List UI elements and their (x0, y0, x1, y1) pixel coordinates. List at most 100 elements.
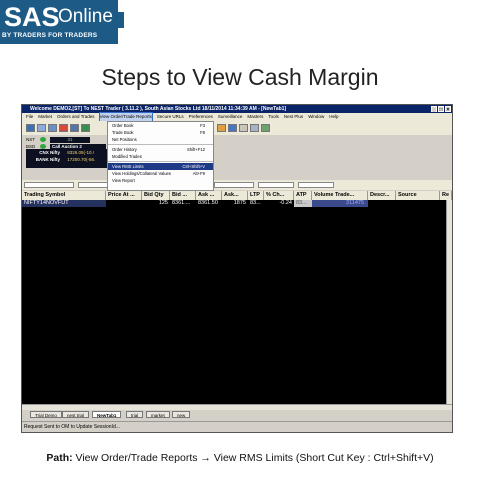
menu-bar: File Market Orders and Trades View Order… (22, 112, 452, 122)
col-pct-change[interactable]: % Ch... (264, 191, 294, 200)
cell-bid-qty: 125 (158, 200, 168, 206)
minimize-button[interactable]: _ (431, 106, 437, 113)
window-title: Welcome DEMO2,[ST] To NEST Trader ( 3.11… (30, 106, 287, 112)
menu-view-order-trade-reports[interactable]: View Order/Trade Reports (98, 112, 153, 122)
status-value-1: 31 (50, 137, 90, 143)
cell-symbol: NIFTY14NOVFUT (22, 200, 106, 207)
menu-item-view-holdings[interactable]: View Holdings/Collateral Values Alt+F9 (108, 170, 213, 177)
quote-value: 8326.05(-10.! (67, 150, 95, 155)
toolbar-icon-11[interactable] (261, 124, 270, 132)
navigation-path: Path: View Order/Trade Reports → View RM… (0, 452, 480, 464)
cell-atp: 83... (294, 200, 312, 207)
toolbar-icon-7[interactable] (217, 124, 226, 132)
index-quote-box: CNX Nifty 8326.05(-10.! BANK Nifty 17200… (26, 149, 108, 168)
menu-item-order-history[interactable]: Order History Shift+F12 (108, 146, 213, 153)
status-bar: Request Sent to OM to Update SessionId..… (22, 421, 452, 431)
slide-title: Steps to View Cash Margin (101, 64, 379, 90)
col-ask[interactable]: Ask ... (196, 191, 222, 200)
view-reports-dropdown: Order Book F3 Trade Book F8 Net Positions … (107, 121, 214, 191)
table-row[interactable]: NIFTY14NOVFUT 125 8361.... 8361.50 1875 … (22, 200, 446, 207)
toolbar-icon-8[interactable] (228, 124, 237, 132)
quote-row: BANK Nifty 17200.70(-56. (30, 157, 96, 163)
menu-separator (108, 161, 213, 162)
menu-market[interactable]: Market (38, 113, 52, 121)
path-label: Path: (46, 452, 73, 464)
menu-item-modified-trades[interactable]: Modified Trades (108, 153, 213, 160)
col-bid[interactable]: Bid ... (170, 191, 196, 200)
path-text: View Order/Trade Reports → View RMS Limi… (72, 452, 434, 464)
tab-new[interactable]: new (172, 411, 191, 418)
cell-ask-qty: 1875 (233, 200, 246, 206)
tab-trial-demo[interactable]: Trial Demo (30, 411, 62, 418)
tab-nest-trial[interactable]: nest trial (62, 411, 90, 418)
market-watch-header: Trading Symbol Price At ... Bid Qty Bid … (22, 191, 452, 200)
menu-item-trade-book[interactable]: Trade Book F8 (108, 129, 213, 136)
col-volume-traded[interactable]: Volume Trade... (312, 191, 368, 200)
menu-file[interactable]: File (26, 113, 33, 121)
menu-item-view-report[interactable]: View Report (108, 177, 213, 184)
col-ltp[interactable]: LTP (248, 191, 264, 200)
cell-volume: 311475 (312, 200, 368, 207)
quote-name: CNX Nifty (39, 150, 60, 155)
menu-masters[interactable]: Masters (247, 113, 263, 121)
col-bid-qty[interactable]: Bid Qty (142, 191, 170, 200)
cell-ltp: 83... (250, 200, 261, 206)
col-price-at[interactable]: Price At ... (106, 191, 142, 200)
workspace-tabs: Trial Demo nest trial NewTab1 trial mark… (22, 410, 452, 419)
vertical-scrollbar[interactable] (446, 200, 452, 404)
filter-bar (22, 180, 452, 190)
col-atp[interactable]: ATP (294, 191, 312, 200)
menu-item-view-rms-limits[interactable]: View RMS Limits Ctrl+Shift+V (108, 163, 213, 170)
quote-value: 17200.70(-56. (67, 157, 96, 162)
menu-preferences[interactable]: Preferences (189, 113, 213, 121)
toolbar-icon-1[interactable] (26, 124, 35, 132)
col-trading-symbol[interactable]: Trading Symbol (22, 191, 106, 200)
col-ask-qty[interactable]: Ask... (222, 191, 248, 200)
cell-bid: 8361.... (172, 200, 191, 206)
menu-surveillance[interactable]: Surveillance (218, 113, 243, 121)
toolbar-icon-4[interactable] (59, 124, 68, 132)
filter-select-7[interactable] (298, 182, 334, 188)
menu-orders-trades[interactable]: Orders and Trades (57, 113, 95, 121)
brand-logo: SAS Online BY TRADERS FOR TRADERS (0, 0, 118, 44)
toolbar-icon-10[interactable] (250, 124, 259, 132)
cell-ask: 8361.50 (198, 200, 218, 206)
window-titlebar: Welcome DEMO2,[ST] To NEST Trader ( 3.11… (22, 105, 452, 113)
tab-newtab1[interactable]: NewTab1 (92, 411, 122, 418)
menu-window[interactable]: Window (308, 113, 324, 121)
brand-tagline: BY TRADERS FOR TRADERS (2, 32, 98, 39)
col-re[interactable]: Re (440, 191, 452, 200)
col-description[interactable]: Descr... (368, 191, 396, 200)
toolbar-icon-9[interactable] (239, 124, 248, 132)
filter-select-5[interactable] (214, 182, 254, 188)
toolbar-icon-2[interactable] (37, 124, 46, 132)
menu-help[interactable]: Help (329, 113, 338, 121)
col-source[interactable]: Source (396, 191, 440, 200)
menu-item-net-positions[interactable]: Net Positions (108, 136, 213, 143)
maximize-button[interactable]: □ (438, 106, 444, 113)
tab-trial[interactable]: trial (126, 411, 144, 418)
menu-separator (108, 144, 213, 145)
brand-suffix: Online (58, 6, 113, 27)
menu-tools[interactable]: Tools (268, 113, 279, 121)
brand-name: SAS (4, 2, 60, 32)
tab-market[interactable]: market (146, 411, 170, 418)
status-label-1: NST (26, 137, 35, 142)
menu-secure-urls[interactable]: Secure URLs (157, 113, 184, 121)
filter-select-1[interactable] (24, 182, 74, 188)
cell-pct-change: -0.24 (279, 200, 292, 206)
market-watch-grid[interactable]: NIFTY14NOVFUT 125 8361.... 8361.50 1875 … (22, 200, 446, 404)
menu-nest-plus[interactable]: Nest Plus (284, 113, 303, 121)
toolbar-icon-3[interactable] (48, 124, 57, 132)
toolbar (22, 121, 452, 135)
status-light-icon (40, 137, 46, 142)
window-controls: _ □ × (431, 106, 451, 113)
toolbar-icon-5[interactable] (70, 124, 79, 132)
quote-row: CNX Nifty 8326.05(-10.! (30, 150, 94, 156)
quote-name: BANK Nifty (35, 157, 60, 162)
logo-accent (118, 12, 124, 28)
toolbar-icon-6[interactable] (81, 124, 90, 132)
filter-select-6[interactable] (258, 182, 294, 188)
close-button[interactable]: × (445, 106, 451, 113)
menu-item-order-book[interactable]: Order Book F3 (108, 122, 213, 129)
